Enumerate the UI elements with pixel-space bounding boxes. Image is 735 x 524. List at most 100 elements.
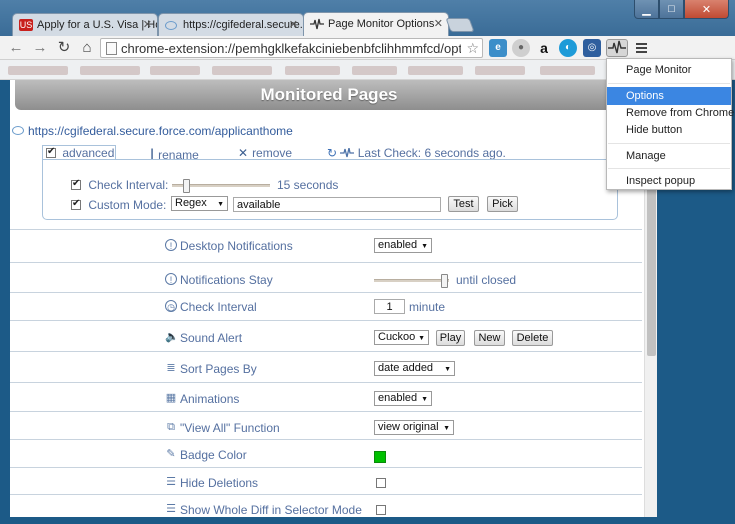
row-divider <box>10 494 642 495</box>
badge-color-swatch[interactable] <box>374 451 386 463</box>
star-icon[interactable]: ☆ <box>466 40 479 57</box>
row-divider <box>10 320 642 321</box>
eyedropper-icon: ✎ <box>166 448 176 460</box>
minimize-button[interactable]: ▁ <box>634 0 659 19</box>
menu-item-page-monitor[interactable]: Page Monitor <box>607 61 731 79</box>
delete-sound-button[interactable]: Delete <box>512 330 553 346</box>
remove-link[interactable]: ✕ remove <box>238 146 292 160</box>
advanced-toggle[interactable]: advanced <box>46 146 114 160</box>
reload-icon: ↻ <box>57 39 71 56</box>
speaker-icon: 🔈 <box>165 331 179 343</box>
menu-item-hide-button[interactable]: Hide button <box>607 121 731 139</box>
sound-alert-select[interactable]: Cuckoo <box>374 330 429 345</box>
forward-button[interactable]: → <box>30 38 50 58</box>
row-divider <box>10 382 642 383</box>
extension-icon-4[interactable]: ◐ <box>559 39 577 57</box>
close-icon: ✕ <box>701 3 712 16</box>
page-title: Monitored Pages <box>15 80 643 110</box>
pulse-icon <box>340 147 355 158</box>
maximize-button[interactable]: □ <box>659 0 684 19</box>
home-icon: ⌂ <box>82 39 92 56</box>
browser-toolbar: ← → ↻ ⌂ ☆ e ● a ◐ ◎ <box>0 36 735 60</box>
arrow-left-icon: ← <box>8 39 24 56</box>
home-button[interactable]: ⌂ <box>77 38 97 58</box>
address-bar[interactable]: ☆ <box>100 38 483 58</box>
check-interval-input[interactable] <box>374 299 405 314</box>
mode-text-input[interactable] <box>233 197 441 212</box>
play-button[interactable]: Play <box>436 330 465 346</box>
pick-button[interactable]: Pick <box>487 196 518 212</box>
slider-handle[interactable] <box>441 274 448 288</box>
menu-separator <box>608 143 730 144</box>
menu-item-inspect-popup[interactable]: Inspect popup <box>607 172 731 190</box>
check-interval-row: Check Interval: <box>71 178 168 192</box>
row-divider <box>10 351 642 352</box>
view-all-select[interactable]: view original <box>374 420 454 435</box>
tab-label: Page Monitor Options <box>328 18 435 30</box>
check-interval-checkbox[interactable] <box>71 178 81 190</box>
tab-page-monitor-options[interactable]: Page Monitor Options ✕ <box>303 12 449 37</box>
info-icon: ! <box>165 273 177 285</box>
window-controls: ▁ □ ✕ <box>634 0 729 20</box>
notifications-stay-slider[interactable] <box>374 274 449 288</box>
check-interval-unit: minute <box>409 300 446 314</box>
close-icon[interactable]: ✕ <box>434 17 443 30</box>
page-monitor-button[interactable] <box>606 39 628 57</box>
close-icon: ✕ <box>238 146 249 160</box>
menu-item-remove-from-chrome[interactable]: Remove from Chrome <box>607 104 734 122</box>
new-sound-button[interactable]: New <box>474 330 505 346</box>
clock-icon: ◷ <box>165 300 177 312</box>
url-text[interactable]: https://cgifederal.secure.force.com/appl… <box>28 124 293 138</box>
list-icon: ☰ <box>166 503 176 515</box>
visa-flag-icon: US <box>19 19 33 31</box>
hide-deletions-checkbox[interactable] <box>376 478 386 488</box>
custom-mode-row: Custom Mode: <box>71 198 166 212</box>
sort-icon: ≣ <box>166 362 176 374</box>
menu-separator <box>608 168 730 169</box>
mode-select[interactable]: Regex <box>171 196 228 211</box>
extension-icon-2[interactable]: ● <box>512 39 530 57</box>
list-icon: ☰ <box>166 476 176 488</box>
chrome-menu-button[interactable] <box>633 39 649 57</box>
whole-diff-checkbox[interactable] <box>376 505 386 515</box>
advanced-panel: Check Interval: 15 seconds Custom Mode: … <box>42 159 618 220</box>
tab-cgifederal[interactable]: https://cgifederal.secure.f ✕ <box>158 13 304 36</box>
custom-mode-checkbox[interactable] <box>71 198 81 210</box>
menu-item-options[interactable]: Options <box>607 87 731 105</box>
row-divider <box>10 292 642 293</box>
refresh-icon: ↻ <box>327 146 338 160</box>
film-icon: ▦ <box>165 392 177 404</box>
extension-icon-1[interactable]: e <box>489 39 507 57</box>
menu-item-manage[interactable]: Manage <box>607 147 731 165</box>
notifications-stay-value: until closed <box>456 273 517 287</box>
maximize-icon: □ <box>668 3 675 15</box>
new-tab-button[interactable] <box>445 18 475 32</box>
animations-select[interactable]: enabled <box>374 391 432 406</box>
test-button[interactable]: Test <box>448 196 479 212</box>
close-window-button[interactable]: ✕ <box>684 0 729 19</box>
desktop-notifications-select[interactable]: enabled <box>374 238 432 253</box>
page-icon <box>106 42 117 55</box>
check-interval-slider[interactable] <box>172 179 270 193</box>
row-divider <box>10 262 642 263</box>
close-icon[interactable]: ✕ <box>143 18 152 31</box>
tab-visa[interactable]: US Apply for a U.S. Visa | Hom ✕ <box>12 13 158 36</box>
close-icon[interactable]: ✕ <box>289 18 298 31</box>
menu-separator <box>608 83 730 84</box>
back-button[interactable]: ← <box>6 38 26 58</box>
sort-pages-select[interactable]: date added <box>374 361 455 376</box>
last-check-status[interactable]: ↻ Last Check: 6 seconds ago. <box>327 146 506 160</box>
window-frame-bottom <box>0 517 735 524</box>
page-bubble-icon <box>12 126 24 135</box>
extension-icon-5[interactable]: ◎ <box>583 39 601 57</box>
arrow-right-icon: → <box>32 39 48 56</box>
slider-handle[interactable] <box>183 179 190 193</box>
advanced-checkbox[interactable] <box>46 146 56 158</box>
address-input[interactable] <box>121 40 461 56</box>
reload-button[interactable]: ↻ <box>54 38 74 58</box>
info-icon: ! <box>165 239 177 251</box>
amazon-icon[interactable]: a <box>535 39 553 57</box>
advanced-label: advanced <box>62 146 115 160</box>
windows-icon: ⧉ <box>167 421 175 433</box>
monitored-page-url[interactable]: https://cgifederal.secure.force.com/appl… <box>12 124 293 138</box>
